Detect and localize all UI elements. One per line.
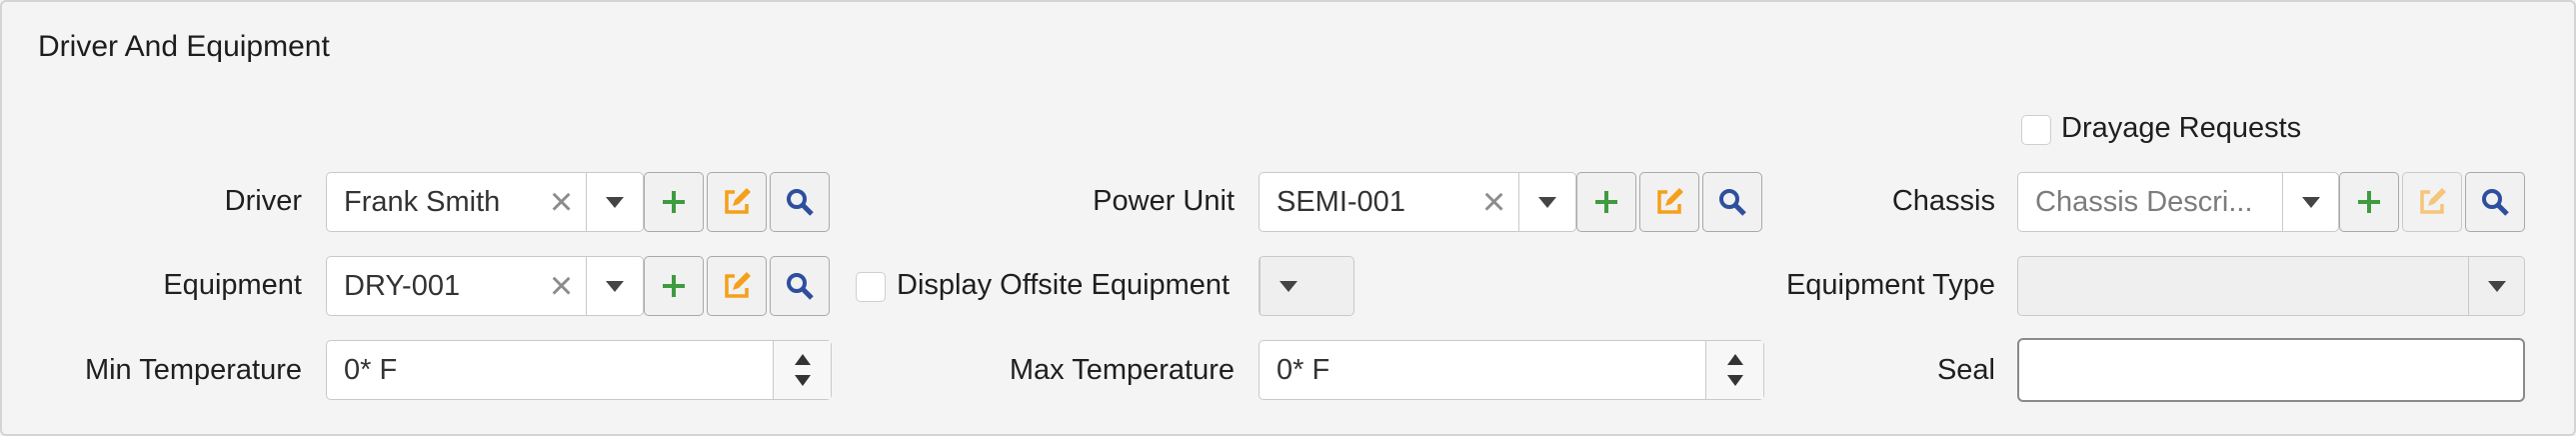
driver-dropdown-chevron-down-icon[interactable] — [587, 173, 643, 231]
edit-icon — [725, 272, 751, 298]
driver-label: Driver — [224, 185, 302, 217]
power-unit-add-button[interactable] — [1576, 172, 1636, 232]
equipment-add-button[interactable] — [644, 256, 704, 316]
equipment-type-chevron-down-icon[interactable] — [2468, 257, 2524, 315]
plus-icon — [663, 275, 685, 297]
power-unit-search-button[interactable] — [1702, 172, 1762, 232]
equipment-select[interactable]: DRY-001 × — [326, 256, 644, 316]
driver-add-button[interactable] — [644, 172, 704, 232]
equipment-value: DRY-001 — [344, 269, 461, 302]
plus-icon — [2358, 191, 2380, 213]
equipment-dropdown-chevron-down-icon[interactable] — [587, 257, 643, 315]
edit-icon — [2420, 188, 2446, 214]
display-offsite-label: Display Offsite Equipment — [897, 269, 1231, 301]
chassis-add-button[interactable] — [2339, 172, 2399, 232]
chassis-placeholder: Chassis Descri... — [2035, 185, 2253, 218]
decrement-icon[interactable] — [794, 375, 811, 386]
decrement-icon[interactable] — [1726, 375, 1743, 386]
plus-icon — [1595, 191, 1617, 213]
driver-edit-button[interactable] — [707, 172, 767, 232]
driver-search-button[interactable] — [770, 172, 830, 232]
equipment-edit-button[interactable] — [707, 256, 767, 316]
edit-icon — [725, 188, 751, 214]
chassis-select[interactable]: Chassis Descri... — [2017, 172, 2339, 232]
driver-value: Frank Smith — [344, 185, 501, 218]
plus-icon — [663, 191, 685, 213]
min-temperature-stepper[interactable]: 0* F — [326, 340, 832, 400]
power-unit-value: SEMI-001 — [1277, 185, 1405, 218]
max-temperature-arrows[interactable] — [1705, 341, 1763, 399]
search-icon — [1719, 189, 1746, 216]
min-temperature-value: 0* F — [344, 353, 398, 386]
chassis-dropdown-chevron-down-icon[interactable] — [2282, 173, 2338, 231]
edit-icon — [1657, 188, 1683, 214]
drayage-requests-checkbox[interactable] — [2021, 115, 2051, 145]
search-icon — [2482, 189, 2509, 216]
chassis-label: Chassis — [1891, 185, 1995, 217]
equipment-search-button[interactable] — [770, 256, 830, 316]
equipment-label: Equipment — [163, 269, 302, 301]
driver-equipment-panel: Driver And Equipment Driver Frank Smith … — [0, 0, 2576, 436]
increment-icon[interactable] — [1726, 354, 1743, 365]
power-unit-edit-button[interactable] — [1639, 172, 1699, 232]
increment-icon[interactable] — [794, 354, 811, 365]
max-temperature-label: Max Temperature — [1009, 354, 1235, 386]
drayage-requests-label: Drayage Requests — [2061, 112, 2302, 144]
power-unit-label: Power Unit — [1093, 185, 1235, 217]
equipment-clear-icon[interactable]: × — [537, 257, 587, 315]
display-offsite-checkbox[interactable] — [856, 272, 886, 302]
chassis-search-button[interactable] — [2465, 172, 2525, 232]
offsite-equipment-select[interactable] — [1259, 256, 1354, 316]
min-temperature-arrows[interactable] — [773, 341, 831, 399]
equipment-type-label: Equipment Type — [1785, 269, 1995, 301]
section-title: Driver And Equipment — [38, 30, 330, 63]
equipment-type-select[interactable] — [2017, 256, 2525, 316]
max-temperature-stepper[interactable]: 0* F — [1259, 340, 1764, 400]
power-unit-dropdown-chevron-down-icon[interactable] — [1519, 173, 1575, 231]
offsite-equipment-chevron-down-icon[interactable] — [1260, 257, 1315, 315]
seal-input[interactable] — [2017, 338, 2525, 402]
driver-select[interactable]: Frank Smith × — [326, 172, 644, 232]
seal-label: Seal — [1936, 354, 1995, 386]
chassis-edit-button[interactable] — [2402, 172, 2462, 232]
min-temperature-label: Min Temperature — [84, 354, 302, 386]
search-icon — [787, 189, 814, 216]
max-temperature-value: 0* F — [1277, 353, 1330, 386]
driver-clear-icon[interactable]: × — [537, 173, 587, 231]
search-icon — [787, 273, 814, 300]
power-unit-clear-icon[interactable]: × — [1469, 173, 1519, 231]
power-unit-select[interactable]: SEMI-001 × — [1259, 172, 1576, 232]
